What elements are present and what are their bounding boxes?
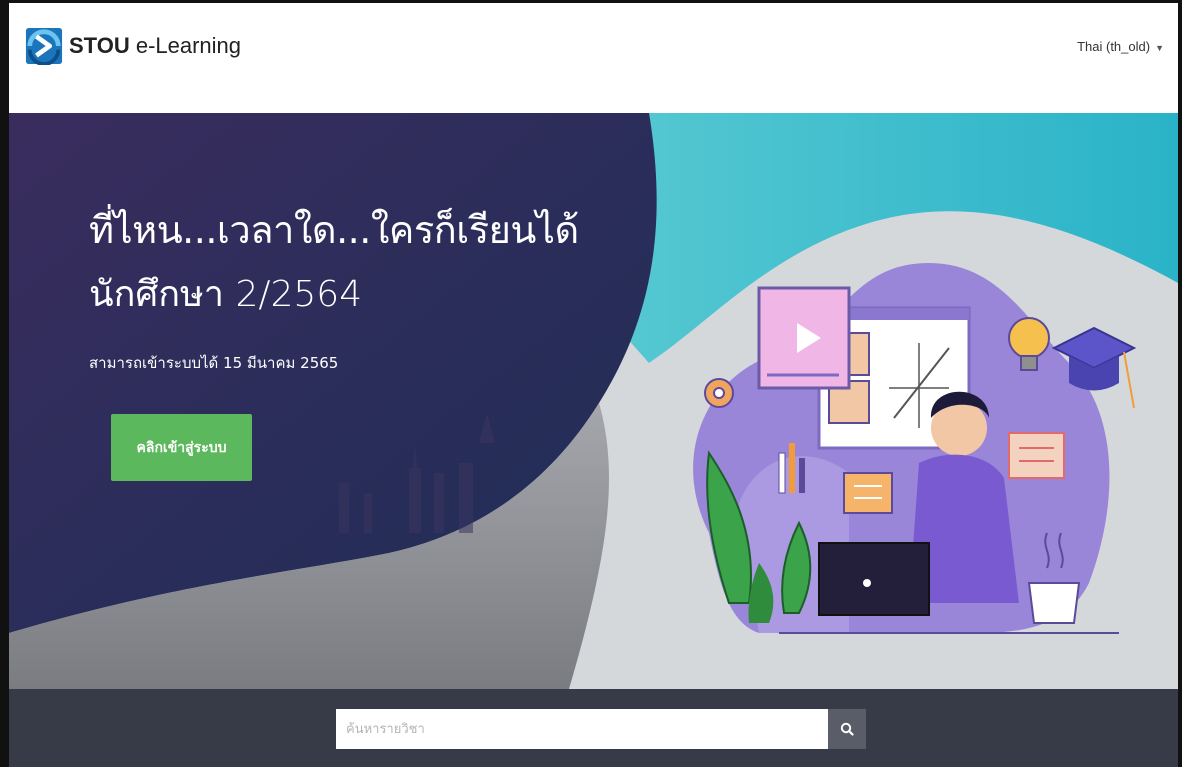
brand-name-rest: e-Learning <box>129 33 242 58</box>
caret-down-icon: ▼ <box>1155 42 1164 53</box>
hero-note: สามารถเข้าระบบได้ 15 มีนาคม 2565 <box>89 354 339 372</box>
brand-name-strong: STOU <box>69 33 130 58</box>
login-button[interactable]: คลิกเข้าสู่ระบบ <box>111 414 252 481</box>
course-search-bar <box>9 689 1178 767</box>
elearning-illustration <box>693 263 1137 634</box>
search-icon <box>840 722 854 736</box>
language-selector[interactable]: Thai (th_old) ▼ <box>1077 39 1164 54</box>
brand-name: STOU e-Learning <box>69 33 241 59</box>
site-header: STOU e-Learning Thai (th_old) ▼ <box>9 3 1178 113</box>
search-button[interactable] <box>828 709 866 749</box>
stou-logo-icon <box>25 27 63 65</box>
hero-title: ที่ไหน...เวลาใด...ใครก็เรียนได้ <box>89 208 579 252</box>
hero-subtitle: นักศึกษา 2/2564 <box>89 274 363 315</box>
hero-banner: ที่ไหน...เวลาใด...ใครก็เรียนได้ นักศึกษา… <box>9 113 1178 689</box>
brand-logo-link[interactable]: STOU e-Learning <box>25 27 241 65</box>
language-label: Thai (th_old) <box>1077 38 1151 54</box>
course-search-input[interactable] <box>336 709 828 749</box>
